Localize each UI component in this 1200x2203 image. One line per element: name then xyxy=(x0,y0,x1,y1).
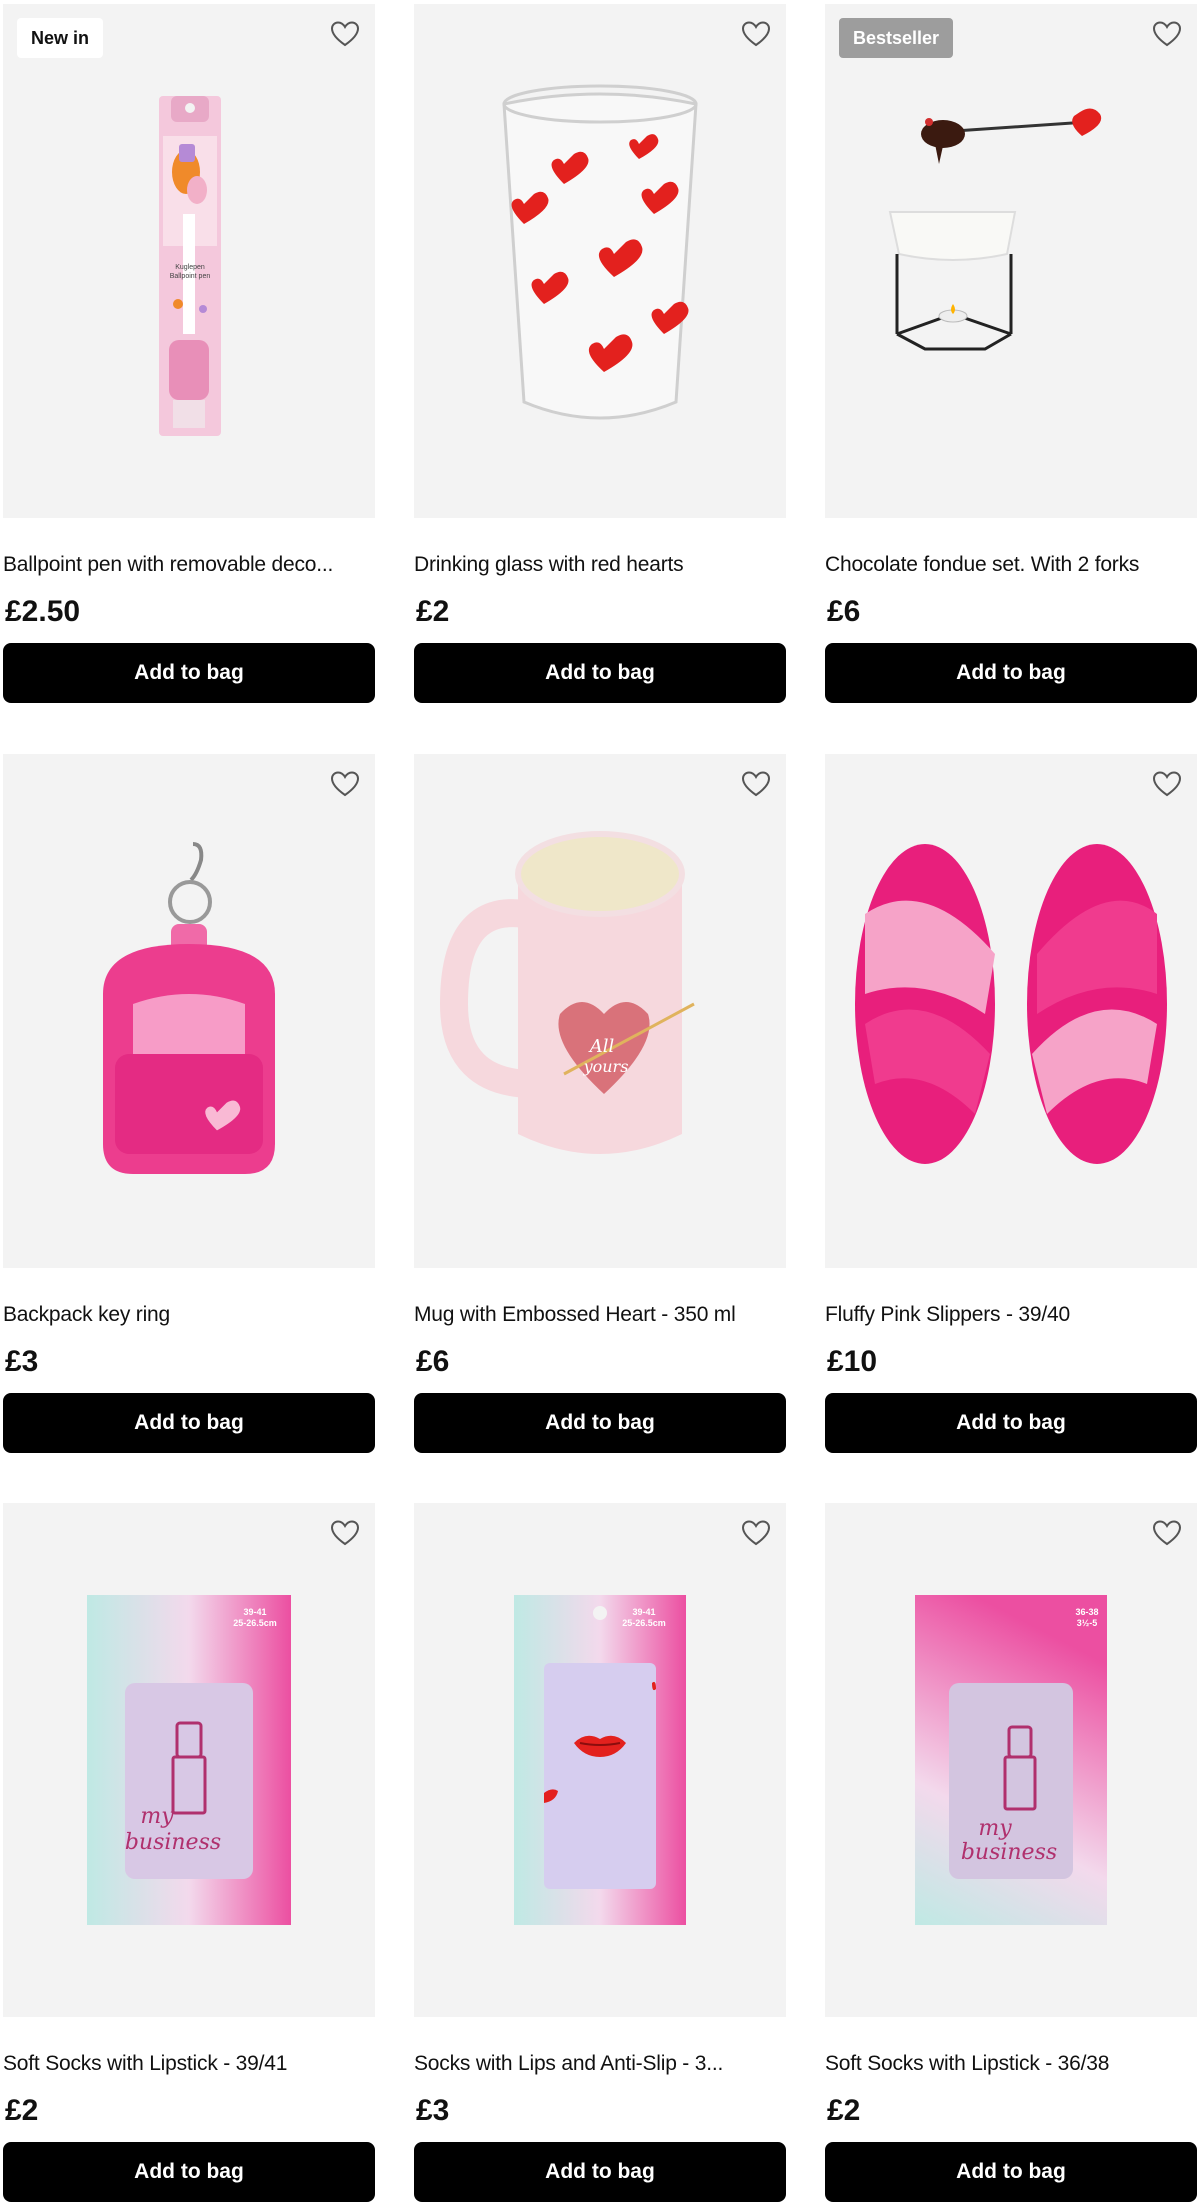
heart-outline-icon[interactable] xyxy=(740,768,772,800)
product-image[interactable]: 39-41 25-26.5cm xyxy=(414,1503,786,2017)
lipstick-socks-image: 39-41 25-26.5cm my business xyxy=(87,1595,291,1925)
heart-outline-icon[interactable] xyxy=(329,768,361,800)
lips-socks-image: 39-41 25-26.5cm xyxy=(514,1595,686,1925)
mug-text-1: All xyxy=(588,1036,615,1057)
sock1-slogan-1: my xyxy=(140,1804,174,1829)
mug-text-2: yours xyxy=(583,1057,629,1076)
heart-outline-icon[interactable] xyxy=(1151,18,1183,50)
add-to-bag-button[interactable]: Add to bag xyxy=(825,643,1197,703)
product-image[interactable] xyxy=(414,4,786,518)
heart-outline-icon[interactable] xyxy=(329,18,361,50)
product-title[interactable]: Soft Socks with Lipstick - 36/38 xyxy=(825,2049,1197,2079)
heart-outline-icon[interactable] xyxy=(740,18,772,50)
sock1-slogan-2: business xyxy=(125,1830,221,1855)
product-image[interactable]: 39-41 25-26.5cm my business xyxy=(3,1503,375,2017)
fondue-image xyxy=(888,108,1102,351)
product-title[interactable]: Soft Socks with Lipstick - 39/41 xyxy=(3,2049,375,2079)
heart-outline-icon[interactable] xyxy=(1151,1517,1183,1549)
heart-outline-icon[interactable] xyxy=(329,1517,361,1549)
sock3-size-eu-text: 3½-5 xyxy=(1077,1618,1098,1628)
product-price: £6 xyxy=(827,595,861,628)
sock3-size-text: 36-38 xyxy=(1075,1607,1098,1617)
heart-outline-icon[interactable] xyxy=(1151,768,1183,800)
product-price: £10 xyxy=(827,1345,878,1378)
product-price: £3 xyxy=(416,2094,450,2127)
add-to-bag-button[interactable]: Add to bag xyxy=(3,1393,375,1453)
slippers-image xyxy=(855,844,1167,1164)
add-to-bag-button[interactable]: Add to bag xyxy=(414,1393,786,1453)
sock3-slogan-1: my xyxy=(978,1816,1012,1841)
add-to-bag-button[interactable]: Add to bag xyxy=(414,2142,786,2202)
product-price: £6 xyxy=(416,1345,450,1378)
heart-outline-icon[interactable] xyxy=(740,1517,772,1549)
product-price: £2 xyxy=(827,2094,861,2127)
product-price: £2 xyxy=(416,595,450,628)
product-image[interactable]: Bestseller xyxy=(825,4,1197,518)
product-image[interactable] xyxy=(825,754,1197,1268)
add-to-bag-button[interactable]: Add to bag xyxy=(3,643,375,703)
sock2-size-text: 39-41 xyxy=(632,1607,655,1617)
product-image[interactable] xyxy=(3,754,375,1268)
sock1-size-text: 39-41 xyxy=(243,1607,266,1617)
product-title[interactable]: Chocolate fondue set. With 2 forks xyxy=(825,550,1197,580)
pen-package-text-2: Ballpoint pen xyxy=(170,273,211,280)
product-title[interactable]: Drinking glass with red hearts xyxy=(414,550,786,580)
product-title[interactable]: Backpack key ring xyxy=(3,1300,375,1330)
sock2-size-cm-text: 25-26.5cm xyxy=(622,1618,666,1628)
lipstick-socks-small-image: 36-38 3½-5 my business xyxy=(915,1595,1107,1925)
mug-image: All yours xyxy=(439,831,695,1154)
pen-image: Kuglepen Ballpoint pen xyxy=(159,96,221,436)
product-title[interactable]: Socks with Lips and Anti-Slip - 3... xyxy=(414,2049,786,2079)
add-to-bag-button[interactable]: Add to bag xyxy=(3,2142,375,2202)
product-title[interactable]: Fluffy Pink Slippers - 39/40 xyxy=(825,1300,1197,1330)
sock3-slogan-2: business xyxy=(961,1840,1057,1865)
product-image[interactable]: 36-38 3½-5 my business xyxy=(825,1503,1197,2017)
add-to-bag-button[interactable]: Add to bag xyxy=(825,2142,1197,2202)
new-in-badge: New in xyxy=(17,18,104,58)
product-title[interactable]: Mug with Embossed Heart - 350 ml xyxy=(414,1300,786,1330)
glass-image xyxy=(502,84,698,420)
backpack-keyring-image xyxy=(103,842,275,1174)
sock1-size-cm-text: 25-26.5cm xyxy=(233,1618,277,1628)
add-to-bag-button[interactable]: Add to bag xyxy=(825,1393,1197,1453)
product-image[interactable]: Kuglepen Ballpoint pen New in xyxy=(3,4,375,518)
product-price: £3 xyxy=(5,1345,39,1378)
product-price: £2.50 xyxy=(5,595,81,628)
add-to-bag-button[interactable]: Add to bag xyxy=(414,643,786,703)
product-image[interactable]: All yours xyxy=(414,754,786,1268)
bestseller-badge: Bestseller xyxy=(839,18,954,58)
product-title[interactable]: Ballpoint pen with removable deco... xyxy=(3,550,375,580)
product-price: £2 xyxy=(5,2094,39,2127)
pen-package-text-1: Kuglepen xyxy=(175,264,205,271)
